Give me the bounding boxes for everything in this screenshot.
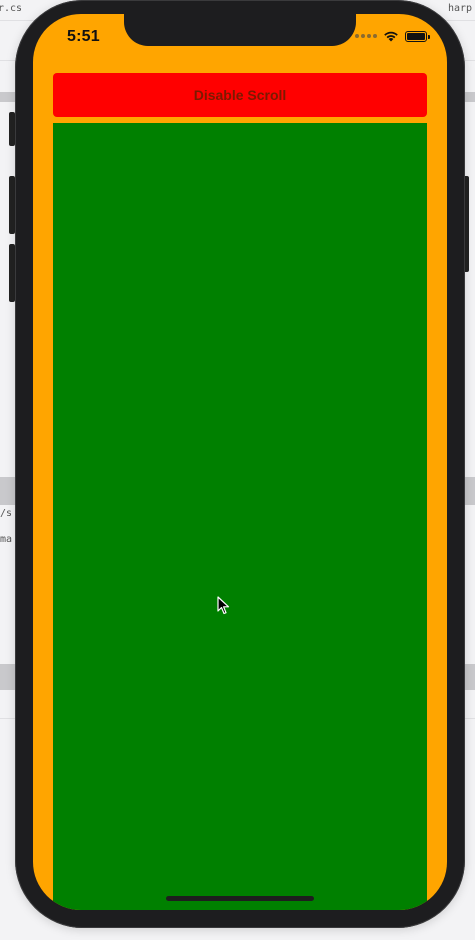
- background-tab-left: r.cs: [0, 3, 23, 14]
- phone-screen: 5:51 Disable Scroll: [33, 14, 447, 910]
- status-time: 5:51: [67, 28, 100, 45]
- scroll-area[interactable]: [53, 123, 427, 910]
- status-icons: [355, 30, 430, 42]
- background-tab-right: harp: [448, 3, 473, 14]
- battery-icon: [405, 30, 430, 42]
- wifi-icon: [384, 31, 398, 42]
- background-code-line: ma: [0, 534, 13, 545]
- mouse-cursor-icon: [217, 596, 230, 615]
- phone-notch: [124, 14, 356, 46]
- disable-scroll-button[interactable]: Disable Scroll: [53, 73, 427, 117]
- background-code-line: /s: [0, 508, 13, 519]
- cellular-dots-icon: [355, 34, 377, 38]
- home-indicator[interactable]: [166, 896, 314, 901]
